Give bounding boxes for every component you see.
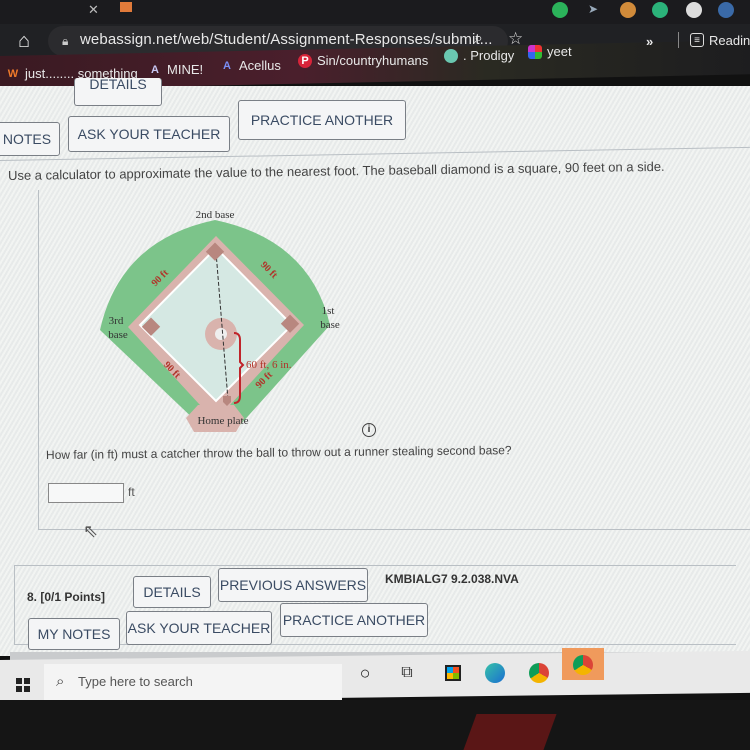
label-second-base: 2nd base — [196, 209, 235, 221]
q8-practice-another-button[interactable]: PRACTICE ANOTHER — [280, 603, 428, 637]
button-label: DETAILS — [89, 75, 147, 92]
reading-list-icon: ≡ — [690, 33, 704, 47]
acellus-a-icon: A — [223, 59, 231, 72]
button-label: ASK YOUR TEACHER — [127, 620, 271, 636]
monitor-bezel — [0, 700, 750, 750]
button-label: ASK YOUR TEACHER — [77, 126, 221, 142]
bookmark-sin-countryhumans[interactable]: P Sin/countryhumans — [298, 53, 428, 68]
tab-bar: ✕ ➤ — [0, 0, 750, 24]
extension-green-icon[interactable] — [552, 2, 568, 18]
q8-details-button[interactable]: DETAILS — [133, 576, 211, 608]
windows-start-icon[interactable] — [16, 678, 30, 692]
extension-orange-icon[interactable] — [620, 2, 636, 18]
url-text[interactable]: webassign.net/web/Student/Assignment-Res… — [80, 31, 492, 48]
bookmark-label: yeet — [547, 44, 572, 59]
chrome-icon[interactable] — [570, 652, 596, 678]
reading-list-button[interactable]: ≡ Reading — [678, 32, 750, 48]
bookmark-yeet[interactable]: yeet — [528, 44, 572, 59]
label-first-base-2: base — [320, 319, 340, 331]
button-label: NOTES — [2, 131, 52, 147]
label-home-plate: Home plate — [197, 415, 248, 427]
task-view-icon[interactable]: ⧉ — [394, 660, 420, 686]
lock-icon[interactable]: 🔒︎ — [62, 34, 68, 49]
bookmark-mine[interactable]: A MINE! — [148, 62, 203, 77]
button-label: PRACTICE ANOTHER — [282, 612, 426, 628]
button-label: PRACTICE ANOTHER — [250, 112, 394, 128]
button-label: MY NOTES — [37, 626, 111, 642]
bookmark-prodigy[interactable]: . Prodigy — [444, 48, 514, 63]
mouse-cursor-icon: ⇖ — [83, 521, 99, 541]
q8-previous-answers-button[interactable]: PREVIOUS ANSWERS — [218, 568, 368, 602]
w-logo-icon: W — [7, 67, 19, 80]
button-label: PREVIOUS ANSWERS — [219, 577, 367, 593]
taskbar-search-placeholder[interactable]: Type here to search — [78, 674, 193, 689]
q7-practice-another-button[interactable]: PRACTICE ANOTHER — [238, 100, 406, 140]
button-label: DETAILS — [143, 584, 201, 600]
bookmark-label: . Prodigy — [463, 48, 515, 63]
answer-input[interactable] — [48, 483, 124, 503]
q8-ask-teacher-button[interactable]: ASK YOUR TEACHER — [126, 611, 272, 645]
answer-unit: ft — [128, 485, 135, 499]
pinterest-icon: P — [298, 53, 312, 68]
q8-my-notes-button[interactable]: MY NOTES — [28, 618, 120, 650]
label-third-base-2: base — [108, 329, 128, 341]
label-mound-distance: 60 ft, 6 in. — [246, 359, 292, 371]
close-tab-icon[interactable]: ✕ — [88, 2, 99, 18]
screen: ✕ ➤ ⌂ 🔒︎ webassign.net/web/Student/Assig… — [0, 0, 750, 750]
search-icon: ⌕ — [56, 673, 65, 690]
label-third-base-1: 3rd — [109, 315, 124, 327]
extension-cursor-icon[interactable]: ➤ — [588, 2, 604, 18]
bookmark-acellus[interactable]: A Acellus — [220, 58, 281, 73]
colorful-tile-icon — [528, 44, 542, 59]
bookmark-label: MINE! — [167, 62, 204, 77]
acellus-a-icon: A — [151, 63, 159, 76]
extension-blue-icon[interactable] — [718, 2, 734, 18]
bookmark-label: Acellus — [239, 58, 281, 73]
label-first-base-1: 1st — [322, 305, 335, 317]
edge-browser-icon[interactable] — [482, 660, 508, 686]
more-bookmarks-icon[interactable]: » — [646, 34, 653, 49]
cortana-icon[interactable]: ○ — [352, 660, 378, 686]
pitchers-rubber — [215, 328, 227, 340]
tab-favicon-icon — [120, 2, 132, 12]
chrome-profile-icon[interactable] — [526, 660, 552, 686]
q7-ask-teacher-button[interactable]: ASK YOUR TEACHER — [68, 116, 230, 152]
bookmark-label: Sin/countryhumans — [317, 53, 429, 68]
question-8-code: KMBIALG7 9.2.038.NVA — [385, 572, 519, 586]
background-object — [463, 714, 557, 750]
prodigy-icon — [444, 48, 458, 63]
extension-grammarly-icon[interactable] — [652, 2, 668, 18]
reading-list-label: Reading — [709, 32, 750, 48]
baseball-diamond-diagram: 2nd base 1st base 3rd base Home plate 90… — [100, 209, 340, 432]
home-icon[interactable]: ⌂ — [18, 30, 30, 53]
extension-white-icon[interactable] — [686, 2, 702, 18]
info-icon[interactable]: i — [362, 423, 376, 437]
divider — [678, 32, 679, 48]
q7-details-button[interactable]: DETAILS — [74, 75, 162, 106]
question-8-number: 8. [0/1 Points] — [27, 590, 106, 604]
microsoft-store-icon[interactable] — [440, 660, 466, 686]
q7-notes-button[interactable]: NOTES — [0, 122, 60, 156]
